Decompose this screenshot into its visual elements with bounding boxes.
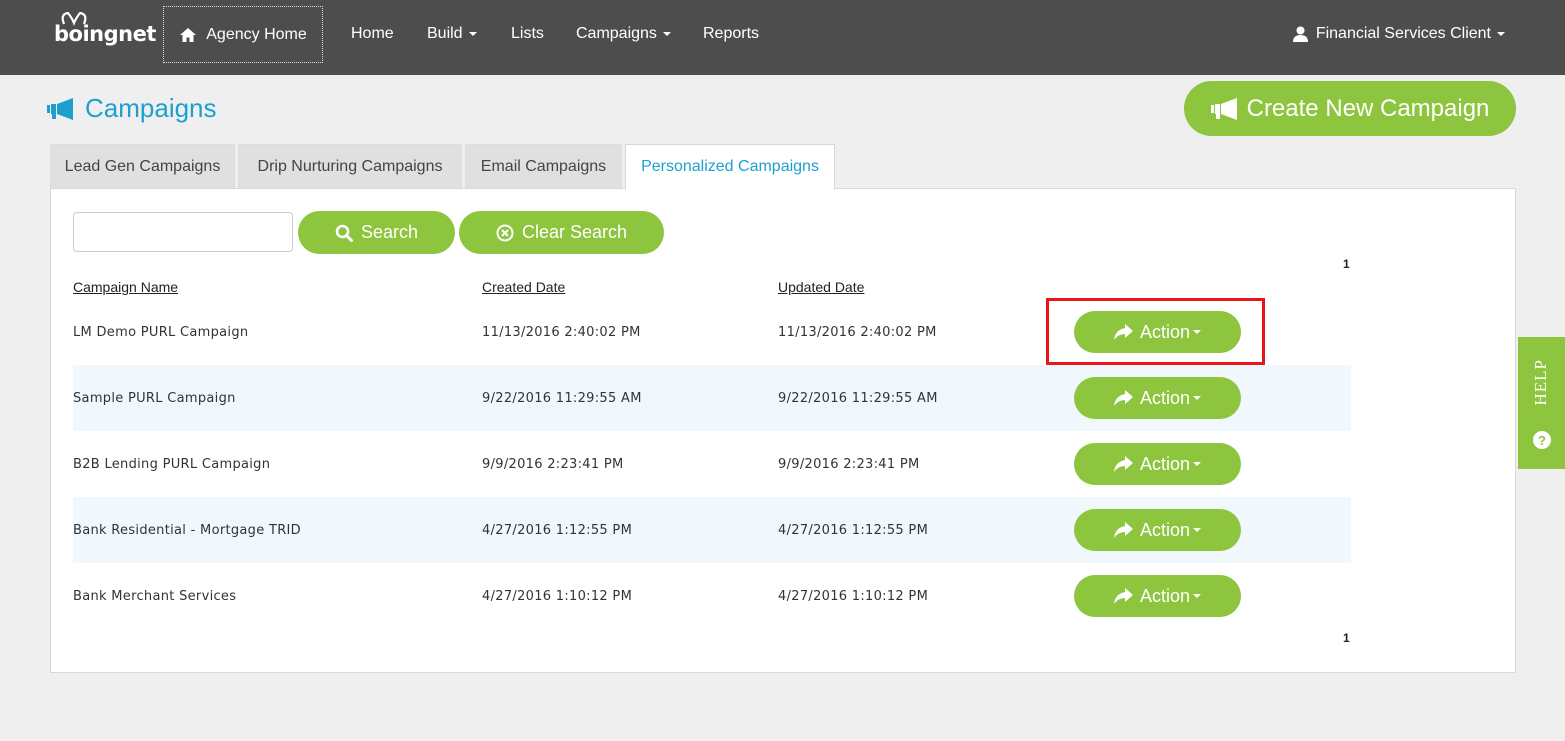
share-arrow-icon [1113,588,1133,604]
share-arrow-icon [1113,456,1133,472]
created-date: 4/27/2016 1:10:12 PM [482,588,633,604]
column-header-created-date[interactable]: Created Date [482,279,565,295]
search-icon [335,224,353,242]
campaign-name[interactable]: Sample PURL Campaign [73,365,236,431]
chevron-down-icon [1193,462,1202,466]
share-arrow-icon [1113,522,1133,538]
chevron-down-icon [1193,594,1202,598]
boingnet-logo[interactable]: boingnet [54,12,156,48]
campaigns-panel: Search Clear Search 1 Campaign Name Crea… [50,188,1516,673]
tab-lead-gen[interactable]: Lead Gen Campaigns [50,144,235,189]
updated-date: 4/27/2016 1:12:55 PM [778,522,929,538]
nav-campaigns[interactable]: Campaigns [576,24,671,44]
user-icon [1292,26,1308,42]
action-dropdown-button[interactable]: Action [1074,311,1241,353]
logo-text: boingnet [54,22,156,46]
page-title-text: Campaigns [85,93,217,123]
created-date: 11/13/2016 2:40:02 PM [482,324,641,340]
share-arrow-icon [1113,390,1133,406]
clear-search-label: Clear Search [521,222,628,242]
action-label: Action [1139,453,1191,474]
top-navbar: boingnet Agency Home Home Build Lists Ca… [0,0,1565,75]
question-icon: ? [1533,431,1551,449]
created-date: 4/27/2016 1:12:55 PM [482,522,633,538]
created-date: 9/9/2016 2:23:41 PM [482,456,624,472]
create-new-campaign-button[interactable]: Create New Campaign [1184,81,1516,136]
user-menu[interactable]: Financial Services Client [1292,24,1505,44]
chevron-down-icon [1497,32,1505,36]
create-new-campaign-label: Create New Campaign [1246,94,1490,122]
nav-home[interactable]: Home [351,24,394,44]
search-input[interactable] [73,212,293,252]
agency-home-button[interactable]: Agency Home [163,6,323,63]
nav-reports[interactable]: Reports [703,24,759,44]
tab-label: Lead Gen Campaigns [64,158,221,175]
chevron-down-icon [662,32,671,36]
clear-search-button[interactable]: Clear Search [459,211,664,254]
campaign-name[interactable]: B2B Lending PURL Campaign [73,431,270,497]
table-row: B2B Lending PURL Campaign 9/9/2016 2:23:… [73,431,1351,497]
nav-build-label: Build [427,25,463,42]
created-date: 9/22/2016 11:29:55 AM [482,390,642,406]
table-row: Sample PURL Campaign 9/22/2016 11:29:55 … [73,365,1351,431]
table-row: LM Demo PURL Campaign 11/13/2016 2:40:02… [73,299,1351,365]
user-name: Financial Services Client [1315,25,1491,42]
action-dropdown-button[interactable]: Action [1074,443,1241,485]
agency-home-label: Agency Home [206,25,307,43]
tab-drip-nurturing[interactable]: Drip Nurturing Campaigns [238,144,462,189]
page-title: Campaigns [47,93,217,124]
chevron-down-icon [468,32,477,36]
chevron-down-icon [1193,528,1202,532]
clear-circle-icon [496,224,514,242]
updated-date: 9/22/2016 11:29:55 AM [778,390,938,406]
action-label: Action [1139,585,1191,606]
tab-label: Drip Nurturing Campaigns [257,158,443,175]
chevron-down-icon [1193,396,1202,400]
megaphone-icon [47,97,75,120]
home-icon [179,27,197,43]
tab-label: Email Campaigns [480,158,607,175]
updated-date: 4/27/2016 1:10:12 PM [778,588,929,604]
updated-date: 9/9/2016 2:23:41 PM [778,456,920,472]
nav-home-label: Home [351,25,394,42]
tab-email[interactable]: Email Campaigns [465,144,622,189]
column-header-campaign-name[interactable]: Campaign Name [73,279,178,295]
action-label: Action [1139,387,1191,408]
updated-date: 11/13/2016 2:40:02 PM [778,324,937,340]
action-dropdown-button[interactable]: Action [1074,377,1241,419]
column-header-updated-date[interactable]: Updated Date [778,279,864,295]
action-dropdown-button[interactable]: Action [1074,509,1241,551]
table-row: Bank Merchant Services 4/27/2016 1:10:12… [73,563,1351,629]
action-label: Action [1139,321,1191,342]
pager-bottom-page[interactable]: 1 [1343,631,1350,645]
action-dropdown-button[interactable]: Action [1074,575,1241,617]
nav-reports-label: Reports [703,25,760,42]
nav-campaigns-label: Campaigns [576,25,657,42]
megaphone-icon [1210,97,1239,120]
chevron-down-icon [1193,330,1202,334]
nav-build[interactable]: Build [427,24,477,44]
campaign-name[interactable]: Bank Residential - Mortgage TRID [73,497,301,563]
help-label: HELP [1531,359,1550,406]
search-button[interactable]: Search [298,211,455,254]
search-button-label: Search [360,222,419,242]
pager-top-page[interactable]: 1 [1343,257,1350,271]
share-arrow-icon [1113,324,1133,340]
campaign-name[interactable]: Bank Merchant Services [73,563,236,629]
tab-label: Personalized Campaigns [641,158,819,175]
tab-personalized[interactable]: Personalized Campaigns [625,144,835,190]
nav-lists[interactable]: Lists [511,24,544,44]
help-tab[interactable]: HELP ? [1518,337,1565,469]
campaign-name[interactable]: LM Demo PURL Campaign [73,299,248,365]
nav-lists-label: Lists [511,25,544,42]
table-row: Bank Residential - Mortgage TRID 4/27/20… [73,497,1351,563]
action-label: Action [1139,519,1191,540]
